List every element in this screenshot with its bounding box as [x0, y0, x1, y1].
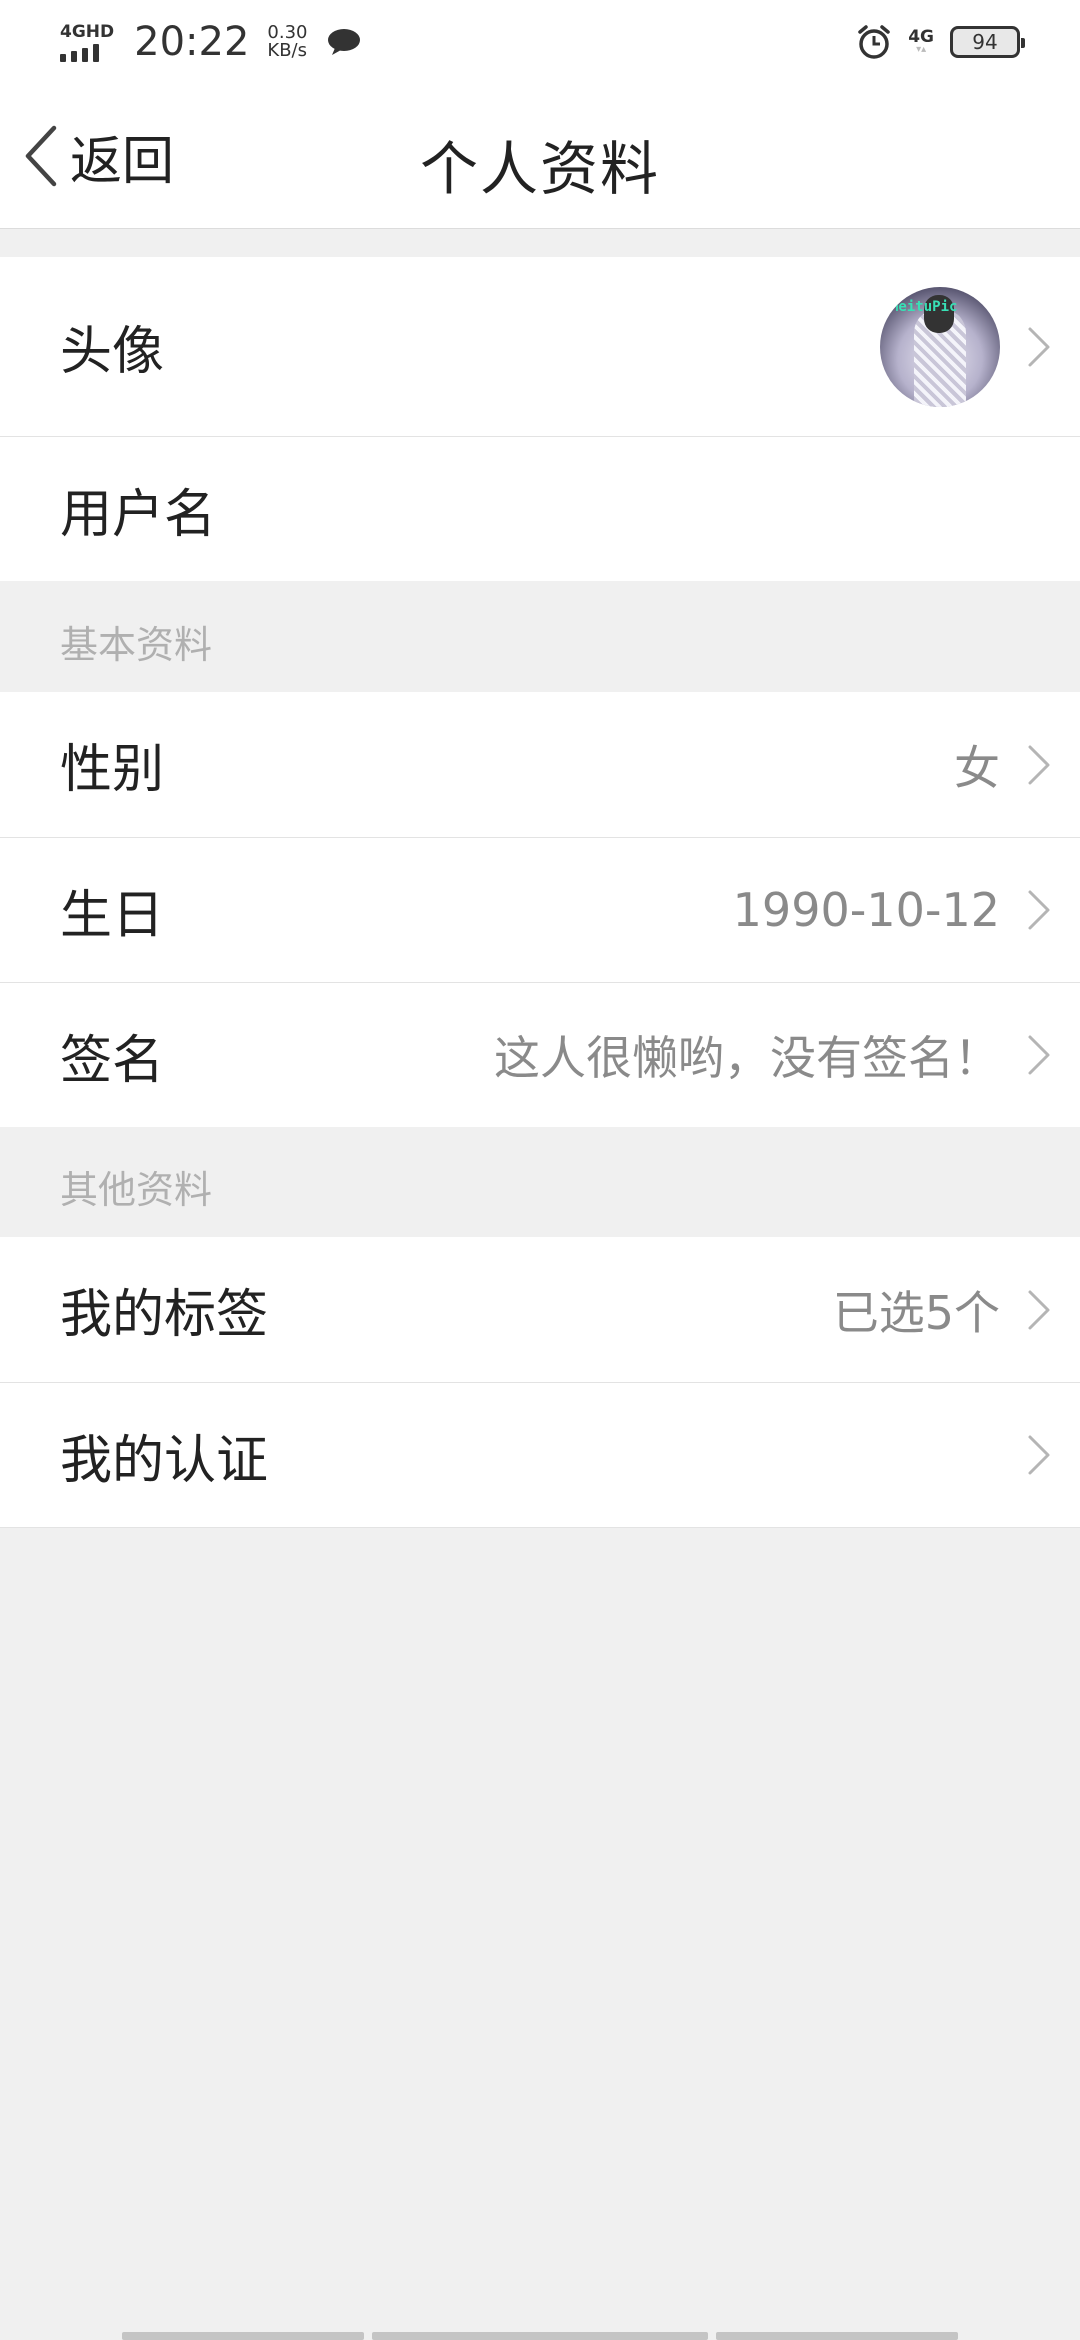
gender-label: 性别: [60, 740, 165, 800]
birthday-label: 生日: [60, 885, 165, 946]
chat-bubble-icon: [328, 29, 361, 55]
signal-indicator: 4GHD: [60, 23, 114, 62]
chevron-right-icon: [1028, 327, 1050, 366]
username-label: 用户名: [60, 484, 217, 545]
username-row[interactable]: 用户名: [0, 437, 1080, 581]
chevron-right-icon: [1028, 1435, 1050, 1475]
avatar-watermark: MeituPic: [890, 298, 958, 315]
network-type: 4GHD: [60, 21, 115, 42]
section-title-basic: 基本资料: [60, 623, 213, 667]
battery-icon: 94: [950, 26, 1025, 58]
signature-value: 这人很懒哟，没有签名！: [494, 1031, 1000, 1085]
mobile-data-indicator: 4G ▾▴: [908, 29, 934, 55]
status-left: 4GHD 20:22 0.30 KB/s: [60, 22, 361, 62]
section-title-other: 其他资料: [60, 1168, 213, 1212]
alarm-clock-icon: [858, 25, 890, 59]
tags-row[interactable]: 我的标签 已选5个: [0, 1237, 1080, 1383]
nav-header: 返回 个人资料: [0, 84, 1080, 229]
battery-level: 94: [972, 30, 998, 54]
chevron-right-icon: [1028, 745, 1050, 784]
birthday-row[interactable]: 生日 1990-10-12: [0, 838, 1080, 983]
chevron-right-icon: [1028, 1035, 1050, 1075]
avatar-label: 头像: [60, 322, 165, 382]
status-bar: 4GHD 20:22 0.30 KB/s 4G ▾▴ 94: [0, 0, 1080, 84]
gesture-segment-left: [122, 2332, 364, 2340]
speed-unit: KB/s: [267, 40, 308, 61]
profile-group: 头像 MeituPic 用户名: [0, 257, 1080, 581]
chevron-right-icon: [1028, 1290, 1050, 1329]
other-info-group: 我的标签 已选5个 我的认证: [0, 1237, 1080, 1528]
chevron-right-icon: [1028, 890, 1050, 930]
tags-label: 我的标签: [60, 1285, 269, 1345]
basic-info-group: 性别 女 生日 1990-10-12 签名 这人很懒哟，没有签名！: [0, 692, 1080, 1127]
verification-label: 我的认证: [60, 1430, 269, 1491]
clock-time: 20:22: [134, 19, 250, 65]
page-title: 个人资料: [419, 135, 660, 203]
signature-label: 签名: [60, 1030, 165, 1091]
signature-row[interactable]: 签名 这人很懒哟，没有签名！: [0, 983, 1080, 1127]
gesture-segment-center: [372, 2332, 708, 2340]
avatar-row[interactable]: 头像 MeituPic: [0, 257, 1080, 437]
profile-screen: 4GHD 20:22 0.30 KB/s 4G ▾▴ 94 返回 个人资料 头像…: [0, 0, 1080, 2340]
avatar[interactable]: MeituPic: [880, 286, 1000, 407]
gesture-bar: [0, 2332, 1080, 2340]
verification-row[interactable]: 我的认证: [0, 1383, 1080, 1528]
gesture-segment-right: [716, 2332, 958, 2340]
tags-value: 已选5个: [832, 1285, 1000, 1340]
network-speed: 0.30 KB/s: [267, 24, 307, 60]
birthday-value: 1990-10-12: [732, 883, 1000, 937]
status-right: 4G ▾▴ 94: [856, 24, 1025, 60]
gender-value: 女: [954, 740, 1000, 795]
signal-bars-icon: [60, 43, 99, 62]
gender-row[interactable]: 性别 女: [0, 692, 1080, 838]
